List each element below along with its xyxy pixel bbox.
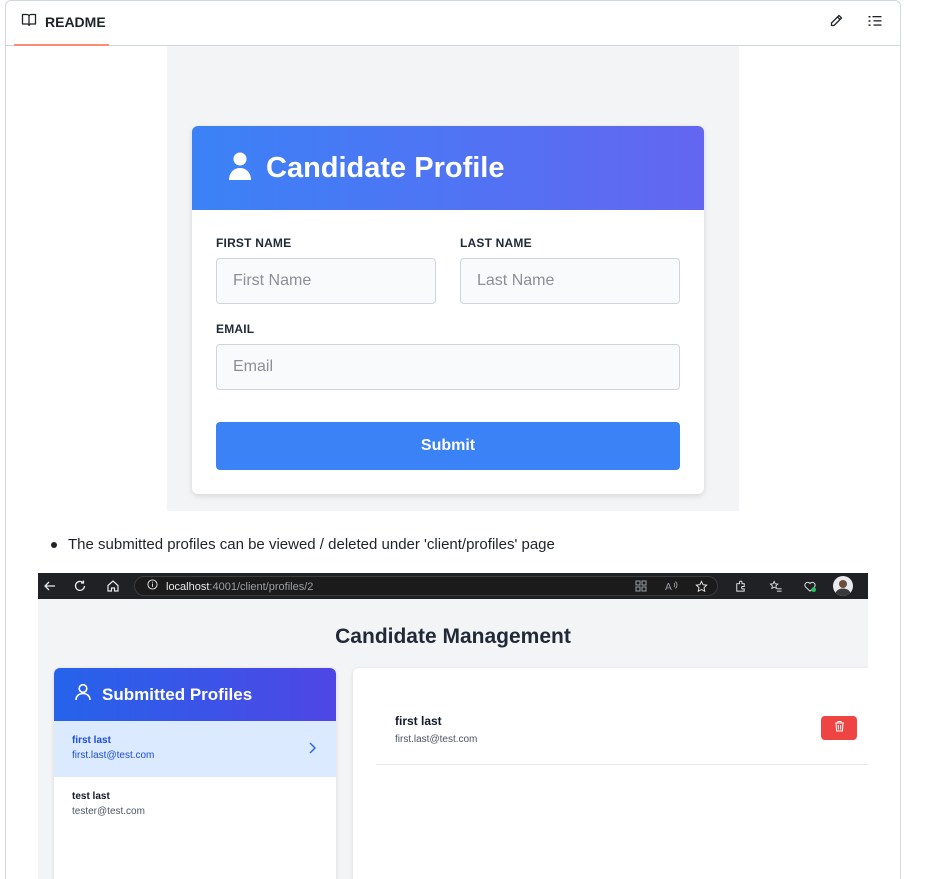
- first-name-input[interactable]: [216, 258, 436, 304]
- profile-list-item[interactable]: test last tester@test.com: [54, 777, 336, 833]
- bullet-dot: [51, 541, 57, 548]
- bullet-text: The submitted profiles can be viewed / d…: [68, 536, 555, 553]
- profile-list-item[interactable]: first last first.last@test.com: [54, 721, 336, 777]
- refresh-icon[interactable]: [71, 577, 89, 595]
- candidate-profile-screenshot: Candidate Profile FIRST NAME LAST NAME E…: [167, 46, 739, 511]
- profile-avatar[interactable]: [833, 576, 853, 596]
- first-name-label: FIRST NAME: [216, 236, 292, 250]
- readme-tab-label: README: [45, 14, 106, 30]
- list-icon: [867, 13, 883, 34]
- submitted-profiles-panel: Submitted Profiles first last first.last…: [54, 668, 336, 879]
- home-icon[interactable]: [104, 577, 122, 595]
- favorites-list-icon[interactable]: [767, 577, 785, 595]
- profile-detail-panel: first last first.last@test.com: [353, 668, 868, 879]
- url-path: :4001/client/profiles/2: [209, 581, 314, 593]
- health-icon[interactable]: [801, 577, 819, 595]
- extensions-icon[interactable]: [731, 577, 749, 595]
- candidate-management-screenshot: localhost:4001/client/profiles/2 A Candi…: [38, 573, 868, 879]
- readme-tab[interactable]: README: [14, 0, 109, 46]
- edit-button[interactable]: [825, 12, 847, 34]
- pencil-icon: [828, 13, 844, 34]
- profile-email: first.last@test.com: [72, 750, 155, 761]
- profiles-panel-header: Submitted Profiles: [54, 668, 336, 721]
- profile-detail-row: first last first.last@test.com: [376, 668, 868, 765]
- apps-icon[interactable]: [632, 577, 650, 595]
- url-host: localhost: [166, 581, 210, 593]
- user-icon: [228, 151, 252, 186]
- readme-header: README: [5, 0, 901, 46]
- delete-button[interactable]: [821, 716, 857, 740]
- card-header: Candidate Profile: [192, 126, 704, 210]
- profiles-panel-title: Submitted Profiles: [102, 684, 253, 704]
- detail-name: first last: [395, 714, 442, 728]
- book-icon: [21, 12, 37, 33]
- svg-text:A: A: [665, 582, 672, 592]
- outline-button[interactable]: [864, 12, 886, 34]
- page-title: Candidate Management: [335, 625, 571, 648]
- browser-toolbar: localhost:4001/client/profiles/2 A: [38, 573, 868, 599]
- back-arrow-icon[interactable]: [41, 577, 59, 595]
- last-name-label: LAST NAME: [460, 236, 532, 250]
- profile-name: first last: [72, 735, 111, 746]
- profile-name: test last: [72, 791, 110, 802]
- read-aloud-icon[interactable]: A: [662, 577, 680, 595]
- detail-email: first.last@test.com: [395, 734, 478, 745]
- favorite-star-icon[interactable]: [692, 577, 710, 595]
- email-input[interactable]: [216, 344, 680, 390]
- last-name-input[interactable]: [460, 258, 680, 304]
- info-icon: [147, 577, 158, 595]
- address-bar[interactable]: localhost:4001/client/profiles/2: [134, 576, 718, 596]
- submit-button[interactable]: Submit: [216, 422, 680, 470]
- candidate-profile-card: Candidate Profile FIRST NAME LAST NAME E…: [192, 126, 704, 494]
- profile-email: tester@test.com: [72, 806, 145, 817]
- card-title: Candidate Profile: [266, 151, 505, 184]
- email-label: EMAIL: [216, 322, 255, 336]
- trash-icon: [834, 719, 845, 737]
- user-outline-icon: [74, 683, 92, 706]
- chevron-right-icon: [308, 741, 316, 759]
- bullet-item: The submitted profiles can be viewed / d…: [51, 536, 555, 553]
